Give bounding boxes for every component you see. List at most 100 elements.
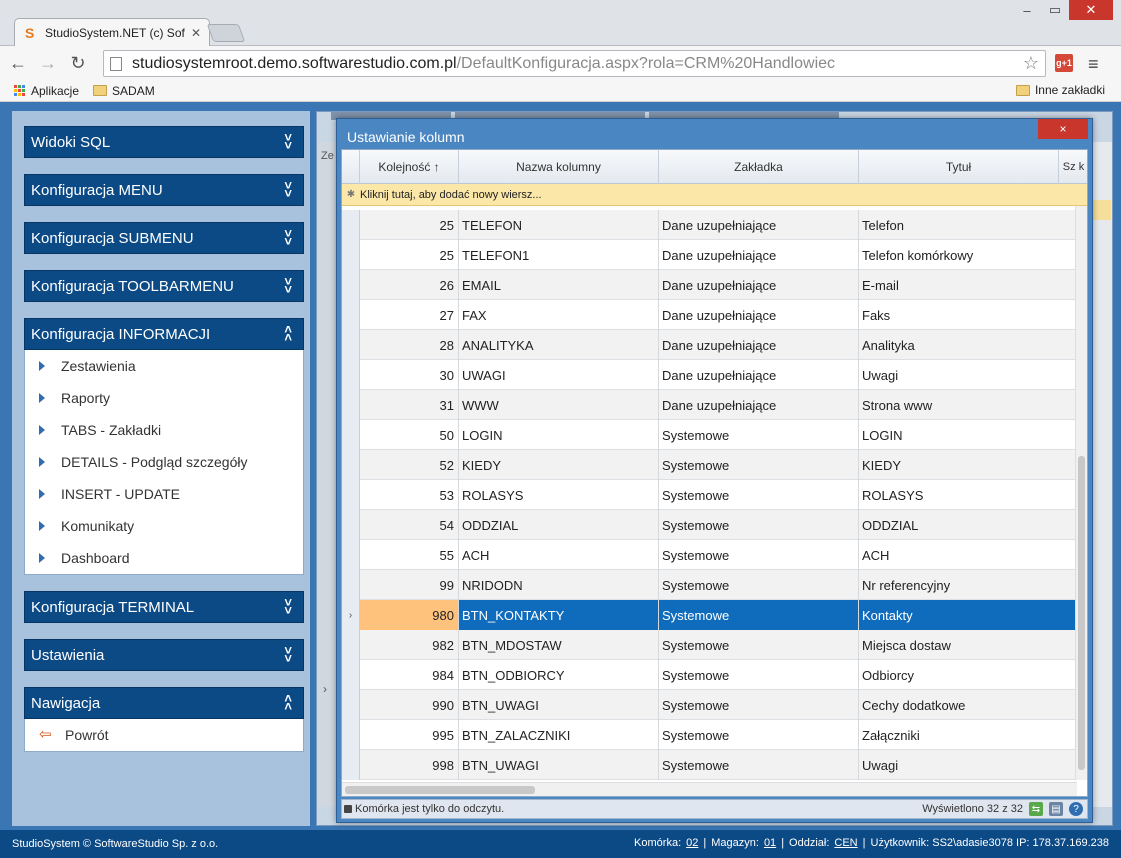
cell-zakladka[interactable]: Dane uzupełniające bbox=[659, 330, 859, 360]
cell-zakladka[interactable]: Systemowe bbox=[659, 690, 859, 720]
sidebar-item-tabs[interactable]: TABS - Zakładki bbox=[25, 414, 303, 446]
row-indicator[interactable] bbox=[342, 630, 360, 660]
cell-nazwa[interactable]: BTN_MDOSTAW bbox=[459, 630, 659, 660]
sidebar-item-zestawienia[interactable]: Zestawienia bbox=[25, 350, 303, 382]
table-row[interactable]: 995 BTN_ZALACZNIKI Systemowe Załączniki bbox=[342, 720, 1077, 750]
table-row[interactable]: 50 LOGIN Systemowe LOGIN bbox=[342, 420, 1077, 450]
row-indicator[interactable] bbox=[342, 210, 360, 240]
cell-nazwa[interactable]: EMAIL bbox=[459, 270, 659, 300]
row-indicator[interactable] bbox=[342, 360, 360, 390]
oddzial-link[interactable]: CEN bbox=[834, 837, 857, 849]
dialog-close-button[interactable]: × bbox=[1038, 119, 1088, 139]
table-row[interactable]: 30 UWAGI Dane uzupełniające Uwagi bbox=[342, 360, 1077, 390]
row-indicator[interactable] bbox=[342, 240, 360, 270]
cell-nazwa[interactable]: ROLASYS bbox=[459, 480, 659, 510]
cell-zakladka[interactable]: Systemowe bbox=[659, 570, 859, 600]
cell-kolejnosc[interactable]: 55 bbox=[360, 540, 459, 570]
bookmark-apps[interactable]: Aplikacje bbox=[14, 84, 79, 98]
cell-kolejnosc[interactable]: 26 bbox=[360, 270, 459, 300]
cell-tytul[interactable]: Uwagi bbox=[859, 750, 1077, 780]
cell-zakladka[interactable]: Dane uzupełniające bbox=[659, 390, 859, 420]
new-tab-button[interactable] bbox=[206, 24, 246, 42]
cell-zakladka[interactable]: Dane uzupełniające bbox=[659, 270, 859, 300]
table-row[interactable]: 99 NRIDODN Systemowe Nr referencyjny bbox=[342, 570, 1077, 600]
scroll-thumb[interactable] bbox=[345, 786, 535, 794]
cell-tytul[interactable]: Kontakty bbox=[859, 600, 1077, 630]
cell-kolejnosc[interactable]: 99 bbox=[360, 570, 459, 600]
minimize-icon[interactable]: – bbox=[1013, 0, 1041, 20]
row-indicator[interactable] bbox=[342, 570, 360, 600]
row-indicator[interactable] bbox=[342, 270, 360, 300]
cell-kolejnosc[interactable]: 28 bbox=[360, 330, 459, 360]
cell-kolejnosc[interactable]: 27 bbox=[360, 300, 459, 330]
table-row[interactable]: 25 TELEFON1 Dane uzupełniające Telefon komó… bbox=[342, 240, 1077, 270]
bookmark-other[interactable]: Inne zakładki bbox=[1015, 83, 1105, 97]
add-new-row[interactable]: ✱ Kliknij tutaj, aby dodać nowy wiersz..… bbox=[342, 184, 1087, 206]
cell-zakladka[interactable]: Systemowe bbox=[659, 540, 859, 570]
section-header[interactable]: Nawigacja ˄ ˄ bbox=[24, 687, 304, 719]
cell-nazwa[interactable]: BTN_UWAGI bbox=[459, 690, 659, 720]
cell-kolejnosc[interactable]: 52 bbox=[360, 450, 459, 480]
cell-nazwa[interactable]: ODDZIAL bbox=[459, 510, 659, 540]
cell-kolejnosc[interactable]: 984 bbox=[360, 660, 459, 690]
table-row[interactable]: 27 FAX Dane uzupełniające Faks bbox=[342, 300, 1077, 330]
help-icon[interactable]: ? bbox=[1069, 802, 1083, 816]
row-indicator[interactable] bbox=[342, 720, 360, 750]
table-row[interactable]: 26 EMAIL Dane uzupełniające E-mail bbox=[342, 270, 1077, 300]
column-header-tytul[interactable]: Tytuł bbox=[859, 150, 1059, 184]
table-row[interactable]: 31 WWW Dane uzupełniające Strona www bbox=[342, 390, 1077, 420]
cell-tytul[interactable]: Telefon komórkowy bbox=[859, 240, 1077, 270]
cell-zakladka[interactable]: Systemowe bbox=[659, 660, 859, 690]
cell-tytul[interactable]: Strona www bbox=[859, 390, 1077, 420]
cell-nazwa[interactable]: ACH bbox=[459, 540, 659, 570]
cell-tytul[interactable]: Nr referencyjny bbox=[859, 570, 1077, 600]
magazyn-link[interactable]: 01 bbox=[764, 837, 776, 849]
bookmark-star-icon[interactable]: ☆ bbox=[1023, 53, 1039, 74]
cell-zakladka[interactable]: Systemowe bbox=[659, 510, 859, 540]
google-plus-icon[interactable]: g+1 bbox=[1055, 54, 1073, 72]
table-row[interactable]: 53 ROLASYS Systemowe ROLASYS bbox=[342, 480, 1077, 510]
cell-kolejnosc[interactable]: 990 bbox=[360, 690, 459, 720]
cell-nazwa[interactable]: TELEFON1 bbox=[459, 240, 659, 270]
section-header[interactable]: Konfiguracja MENU ˅ ˅ bbox=[24, 174, 304, 206]
row-indicator[interactable] bbox=[342, 300, 360, 330]
browser-menu-icon[interactable]: ≡ bbox=[1088, 54, 1099, 75]
cell-tytul[interactable]: ACH bbox=[859, 540, 1077, 570]
table-row[interactable]: 55 ACH Systemowe ACH bbox=[342, 540, 1077, 570]
cell-kolejnosc[interactable]: 998 bbox=[360, 750, 459, 780]
address-bar[interactable]: studiosystemroot.demo.softwarestudio.com… bbox=[103, 50, 1046, 77]
table-row[interactable]: 28 ANALITYKA Dane uzupełniające Analityka bbox=[342, 330, 1077, 360]
tab-close-icon[interactable]: ✕ bbox=[191, 26, 201, 40]
cell-zakladka[interactable]: Systemowe bbox=[659, 420, 859, 450]
cell-nazwa[interactable]: NRIDODN bbox=[459, 570, 659, 600]
table-row[interactable]: 998 BTN_UWAGI Systemowe Uwagi bbox=[342, 750, 1077, 780]
row-indicator[interactable] bbox=[342, 540, 360, 570]
back-icon[interactable]: ← bbox=[6, 51, 30, 75]
cell-tytul[interactable]: Analityka bbox=[859, 330, 1077, 360]
section-header[interactable]: Ustawienia ˅ ˅ bbox=[24, 639, 304, 671]
cell-zakladka[interactable]: Dane uzupełniające bbox=[659, 360, 859, 390]
cell-tytul[interactable]: Załączniki bbox=[859, 720, 1077, 750]
cell-zakladka[interactable]: Dane uzupełniające bbox=[659, 240, 859, 270]
cell-tytul[interactable]: Uwagi bbox=[859, 360, 1077, 390]
cell-tytul[interactable]: KIEDY bbox=[859, 450, 1077, 480]
row-indicator[interactable] bbox=[342, 390, 360, 420]
cell-kolejnosc[interactable]: 25 bbox=[360, 210, 459, 240]
horizontal-scrollbar[interactable] bbox=[342, 782, 1077, 796]
cell-nazwa[interactable]: BTN_ODBIORCY bbox=[459, 660, 659, 690]
cell-zakladka[interactable]: Dane uzupełniające bbox=[659, 300, 859, 330]
column-header-nazwa[interactable]: Nazwa kolumny bbox=[459, 150, 659, 184]
export-icon[interactable]: ▤ bbox=[1049, 802, 1063, 816]
cell-kolejnosc[interactable]: 25 bbox=[360, 240, 459, 270]
browser-tab[interactable]: S StudioSystem.NET (c) Soft ✕ bbox=[14, 18, 210, 46]
table-row[interactable]: › 980 BTN_KONTAKTY Systemowe Kontakty bbox=[342, 600, 1077, 630]
table-row[interactable]: 982 BTN_MDOSTAW Systemowe Miejsca dostaw bbox=[342, 630, 1077, 660]
cell-kolejnosc[interactable]: 31 bbox=[360, 390, 459, 420]
refresh-icon[interactable]: ⇆ bbox=[1029, 802, 1043, 816]
cell-nazwa[interactable]: KIEDY bbox=[459, 450, 659, 480]
cell-tytul[interactable]: Odbiorcy bbox=[859, 660, 1077, 690]
cell-nazwa[interactable]: FAX bbox=[459, 300, 659, 330]
cell-tytul[interactable]: Faks bbox=[859, 300, 1077, 330]
cell-kolejnosc[interactable]: 50 bbox=[360, 420, 459, 450]
sidebar-item-powrot[interactable]: ⇦ Powrót bbox=[25, 719, 303, 751]
